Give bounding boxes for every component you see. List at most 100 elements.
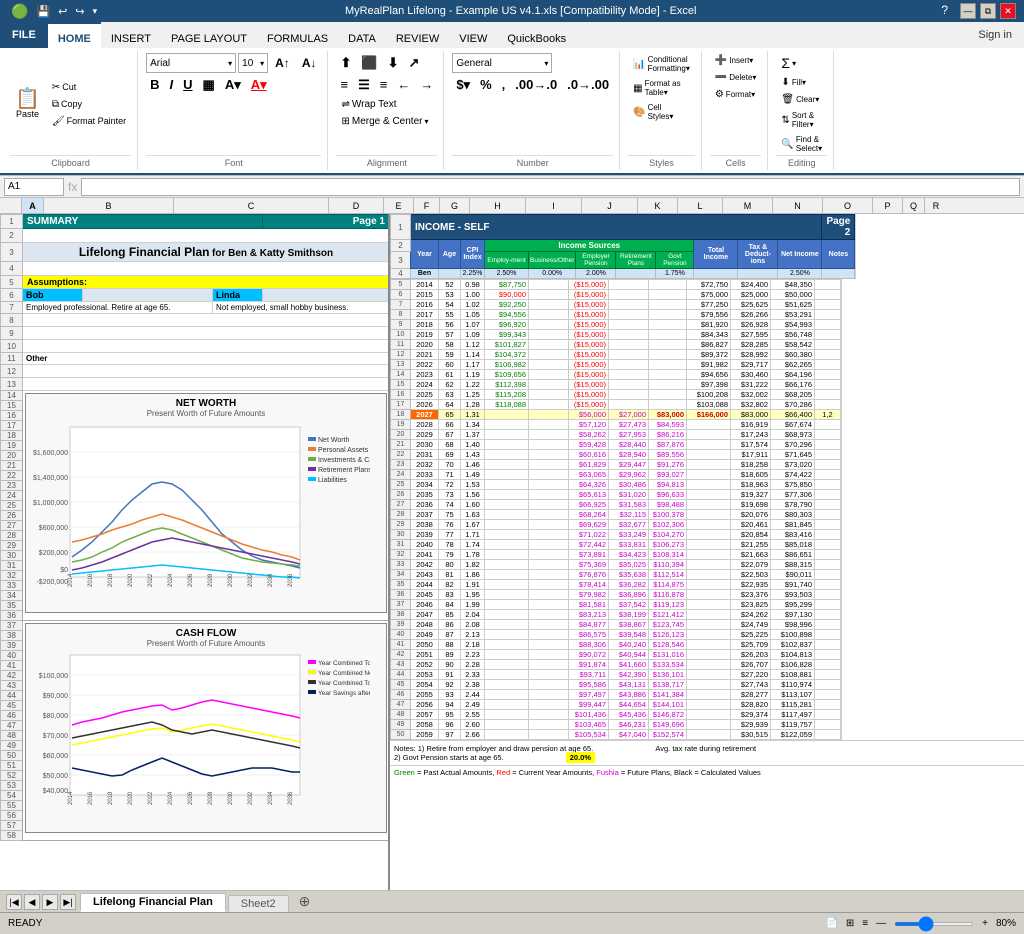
- comma-btn[interactable]: ,: [498, 75, 510, 95]
- col-header-b[interactable]: B: [44, 198, 174, 213]
- tab-review[interactable]: REVIEW: [386, 22, 449, 48]
- delete-btn[interactable]: ➖ Delete▾: [710, 70, 762, 85]
- font-name-dropdown[interactable]: ▾: [228, 59, 232, 68]
- col-header-r[interactable]: R: [925, 198, 947, 213]
- copy-btn[interactable]: ⧉ Copy: [47, 97, 131, 112]
- sheet-nav-next[interactable]: ▶: [42, 894, 58, 910]
- insert-btn[interactable]: ➕ Insert▾: [710, 53, 762, 68]
- sheet-tab-lifelong[interactable]: Lifelong Financial Plan: [80, 893, 226, 912]
- col-header-h[interactable]: H: [470, 198, 526, 213]
- find-select-btn[interactable]: 🔍 Find &Select▾: [776, 133, 827, 155]
- col-header-f[interactable]: F: [414, 198, 440, 213]
- col-header-d[interactable]: D: [329, 198, 384, 213]
- formula-input[interactable]: [81, 178, 1020, 196]
- decrease-decimal-btn[interactable]: .00→.0: [511, 75, 561, 95]
- col-header-p[interactable]: P: [873, 198, 903, 213]
- add-sheet-btn[interactable]: ⊕: [291, 891, 319, 912]
- fill-btn[interactable]: ⬇ Fill▾: [776, 75, 827, 90]
- zoom-increase[interactable]: +: [982, 918, 988, 929]
- signin-link[interactable]: Sign in: [966, 22, 1024, 48]
- italic-btn[interactable]: I: [166, 75, 178, 95]
- col-header-j[interactable]: J: [582, 198, 638, 213]
- quickaccess-more[interactable]: ▾: [93, 6, 98, 17]
- conditional-formatting-btn[interactable]: 📊 ConditionalFormatting▾: [628, 53, 695, 75]
- tab-formulas[interactable]: FORMULAS: [257, 22, 338, 48]
- paste-btn[interactable]: 📋 Paste: [10, 75, 45, 133]
- underline-btn[interactable]: U: [179, 75, 196, 95]
- number-format-dropdown[interactable]: ▾: [544, 59, 548, 68]
- format-btn[interactable]: ⚙ Format▾: [710, 87, 762, 102]
- sort-filter-btn[interactable]: ⇅ Sort &Filter▾: [776, 109, 827, 131]
- rotate-text-btn[interactable]: ↗: [404, 53, 423, 73]
- align-left-btn[interactable]: ≡: [336, 75, 352, 95]
- align-top-btn[interactable]: ⬆: [336, 53, 355, 73]
- border-btn[interactable]: ▦: [199, 75, 219, 95]
- col-header-o[interactable]: O: [823, 198, 873, 213]
- indent-increase-btn[interactable]: →: [416, 75, 437, 95]
- help-btn[interactable]: ?: [941, 3, 948, 19]
- quickaccess-save[interactable]: 💾: [36, 5, 50, 18]
- font-name-box[interactable]: Arial ▾: [146, 53, 236, 73]
- col-header-q[interactable]: Q: [903, 198, 925, 213]
- indent-decrease-btn[interactable]: ←: [393, 75, 414, 95]
- quickaccess-redo[interactable]: ↪: [75, 5, 84, 18]
- align-bottom-btn[interactable]: ⬇: [384, 53, 403, 73]
- cut-btn[interactable]: ✂ Cut: [47, 80, 131, 95]
- col-header-l[interactable]: L: [678, 198, 723, 213]
- sum-dropdown[interactable]: ▾: [792, 59, 796, 68]
- tab-view[interactable]: VIEW: [449, 22, 497, 48]
- tab-quickbooks[interactable]: QuickBooks: [497, 22, 576, 48]
- sheet-nav-last[interactable]: ▶|: [60, 894, 76, 910]
- normal-view-btn[interactable]: ≡: [862, 918, 868, 929]
- sheet-nav-first[interactable]: |◀: [6, 894, 22, 910]
- zoom-decrease[interactable]: —: [876, 918, 886, 929]
- minimize-btn[interactable]: —: [960, 3, 976, 19]
- col-header-a[interactable]: A: [22, 198, 44, 213]
- align-right-btn[interactable]: ≡: [376, 75, 392, 95]
- tab-page-layout[interactable]: PAGE LAYOUT: [161, 22, 257, 48]
- zoom-slider[interactable]: [894, 922, 974, 926]
- col-header-k[interactable]: K: [638, 198, 678, 213]
- autosum-btn[interactable]: Σ ▾: [776, 53, 827, 73]
- right-scroll[interactable]: 1 INCOME - SELF Page 2 2 Year Age CPI In…: [390, 214, 1024, 890]
- page-break-btn[interactable]: ⊞: [846, 918, 854, 929]
- tab-insert[interactable]: INSERT: [101, 22, 161, 48]
- quickaccess-undo[interactable]: ↩: [58, 5, 67, 18]
- font-size-box[interactable]: 10 ▾: [238, 53, 268, 73]
- tab-home[interactable]: HOME: [48, 22, 101, 48]
- page-layout-btn[interactable]: 📄: [825, 918, 837, 929]
- bold-btn[interactable]: B: [146, 75, 163, 95]
- font-shrink-btn[interactable]: A↓: [297, 53, 322, 73]
- col-header-g[interactable]: G: [440, 198, 470, 213]
- col-header-i[interactable]: I: [526, 198, 582, 213]
- notes-cell: [815, 320, 841, 330]
- font-size-dropdown[interactable]: ▾: [260, 59, 264, 68]
- font-color-btn[interactable]: A▾: [247, 75, 271, 95]
- restore-btn[interactable]: ⧉: [980, 3, 996, 19]
- tab-file[interactable]: FILE: [0, 22, 48, 48]
- close-btn[interactable]: ✕: [1000, 3, 1016, 19]
- increase-decimal-btn[interactable]: .0→.00: [563, 75, 613, 95]
- sheet-nav-prev[interactable]: ◀: [24, 894, 40, 910]
- cell-styles-btn[interactable]: 🎨 CellStyles▾: [628, 101, 695, 123]
- sheet-tab-sheet2[interactable]: Sheet2: [228, 895, 289, 912]
- wrap-text-btn[interactable]: ⇌ Wrap Text: [336, 97, 437, 112]
- clear-btn[interactable]: 🗑 Clear▾: [776, 92, 827, 107]
- align-center-btn[interactable]: ☰: [354, 75, 374, 95]
- number-format-box[interactable]: General ▾: [452, 53, 552, 73]
- format-as-table-btn[interactable]: ▦ Format asTable▾: [628, 77, 695, 99]
- col-header-e[interactable]: E: [384, 198, 414, 213]
- percent-btn[interactable]: %: [476, 75, 496, 95]
- col-header-c[interactable]: C: [174, 198, 329, 213]
- merge-center-btn[interactable]: ⊞ Merge & Center ▾: [336, 114, 437, 129]
- font-grow-btn[interactable]: A↑: [270, 53, 295, 73]
- cell-ref-box[interactable]: A1: [4, 178, 64, 196]
- format-painter-btn[interactable]: 🖌 Format Painter: [47, 114, 131, 129]
- fill-color-btn[interactable]: A▾: [221, 75, 245, 95]
- merge-dropdown[interactable]: ▾: [424, 117, 428, 126]
- tab-data[interactable]: DATA: [338, 22, 386, 48]
- dollar-btn[interactable]: $▾: [452, 75, 474, 95]
- col-header-m[interactable]: M: [723, 198, 773, 213]
- align-middle-btn[interactable]: ⬛: [357, 53, 381, 73]
- col-header-n[interactable]: N: [773, 198, 823, 213]
